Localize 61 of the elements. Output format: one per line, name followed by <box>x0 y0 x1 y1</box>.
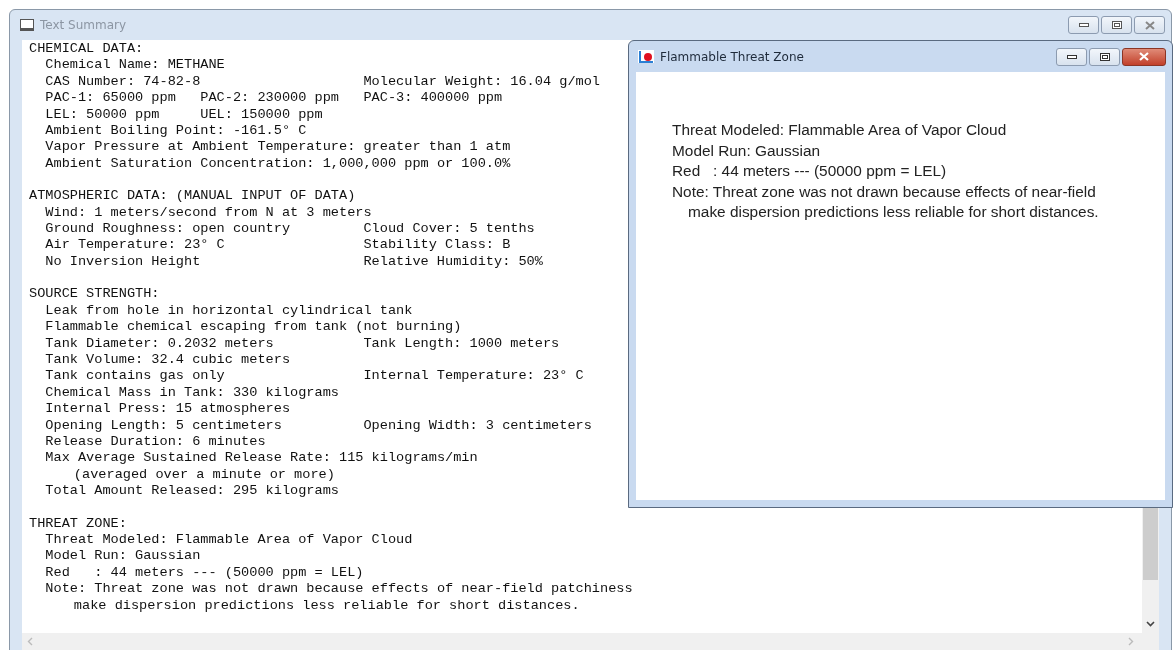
scroll-down-icon[interactable] <box>1146 621 1155 627</box>
summary-line: Tank Volume: 32.4 cubic meters <box>45 350 292 369</box>
summary-line: LEL: 50000 ppm UEL: 150000 ppm <box>45 105 324 124</box>
maximize-icon <box>1099 52 1110 61</box>
window-icon <box>638 50 654 63</box>
minimize-button[interactable] <box>1068 16 1099 34</box>
summary-line: PAC-1: 65000 ppm PAC-2: 230000 ppm <box>45 89 340 108</box>
close-button[interactable] <box>1122 47 1166 66</box>
threat-text-line: make dispersion predictions less reliable for short distances. <box>687 202 1100 222</box>
summary-line: PAC-3: 400000 ppm <box>363 89 503 108</box>
section-heading: THREAT ZONE: <box>29 514 127 533</box>
summary-line: Tank Length: 1000 meters <box>363 334 560 353</box>
maximize-button[interactable] <box>1101 16 1132 34</box>
summary-line: CAS Number: 74-82-8 <box>45 72 202 91</box>
summary-line: Air Temperature: 23° C <box>45 236 226 255</box>
close-icon <box>1144 20 1155 30</box>
section-heading: ATMOSPHERIC DATA: (MANUAL INPUT OF DATA) <box>29 187 356 206</box>
summary-line: Cloud Cover: 5 tenths <box>363 220 535 239</box>
window-title: Text Summary <box>40 18 127 32</box>
summary-line: Stability Class: B <box>363 236 511 255</box>
section-heading: CHEMICAL DATA: <box>29 40 144 58</box>
summary-line: Total Amount Released: 295 kilograms <box>45 482 340 501</box>
summary-line: Chemical Mass in Tank: 330 kilograms <box>45 383 340 402</box>
summary-line: make dispersion predictions less reliable for short distances. <box>73 596 580 615</box>
threat-text-line: Note: Threat zone was not drawn because effects of near-field <box>672 181 1097 202</box>
summary-line: Relative Humidity: 50% <box>363 252 543 271</box>
maximize-button[interactable] <box>1089 47 1120 66</box>
summary-line: Tank contains gas only <box>45 367 226 386</box>
threat-text-line: Red : 44 meters --- (50000 ppm = LEL) <box>672 161 948 181</box>
section-heading: SOURCE STRENGTH: <box>29 285 160 304</box>
summary-line: Wind: 1 meters/second from N at 3 meters <box>45 203 372 222</box>
summary-line: Note: Threat zone was not drawn because effects of near-field patchiness <box>45 580 633 599</box>
summary-line: Model Run: Gaussian <box>45 547 202 566</box>
minimize-icon <box>1066 54 1077 59</box>
summary-line: Chemical Name: METHANE <box>45 56 226 75</box>
threat-text-line: Model Run: Gaussian <box>672 140 821 161</box>
minimize-button[interactable] <box>1056 47 1087 66</box>
window-icon <box>20 19 34 31</box>
summary-line: Molecular Weight: 16.04 g/mol <box>363 72 601 91</box>
summary-line: (averaged over a minute or more) <box>73 465 336 484</box>
summary-line: Threat Modeled: Flammable Area of Vapor Cloud <box>45 530 413 549</box>
summary-line: Leak from hole in horizontal cylindrical tank <box>45 301 413 320</box>
summary-line: Opening Length: 5 centimeters <box>45 416 283 435</box>
threat-text-line: Threat Modeled: Flammable Area of Vapor Cloud <box>672 120 1008 140</box>
summary-line: Red : 44 meters --- (50000 ppm = LEL) <box>45 563 364 582</box>
summary-line: Internal Press: 15 atmospheres <box>45 400 292 419</box>
close-icon <box>1139 52 1149 61</box>
summary-line: Ground Roughness: open country <box>45 220 292 239</box>
summary-line: Flammable chemical escaping from tank (not burning) <box>45 318 462 337</box>
summary-line: No Inversion Height <box>45 252 202 271</box>
summary-line: Opening Width: 3 centimeters <box>363 416 592 435</box>
summary-line: Release Duration: 6 minutes <box>45 432 267 451</box>
summary-line: Ambient Boiling Point: -161.5° C <box>45 122 308 141</box>
maximize-icon <box>1111 21 1122 29</box>
summary-line: Internal Temperature: 23° C <box>363 367 584 386</box>
minimize-icon <box>1078 23 1089 27</box>
window-title: Flammable Threat Zone <box>660 49 804 64</box>
summary-line: Vapor Pressure at Ambient Temperature: greater than 1 atm <box>45 138 511 157</box>
summary-line: Tank Diameter: 0.2032 meters <box>45 334 275 353</box>
summary-line: Max Average Sustained Release Rate: 115 kilograms/min <box>45 449 478 468</box>
summary-line: Ambient Saturation Concentration: 1,000,000 ppm or 100.0% <box>45 154 511 173</box>
